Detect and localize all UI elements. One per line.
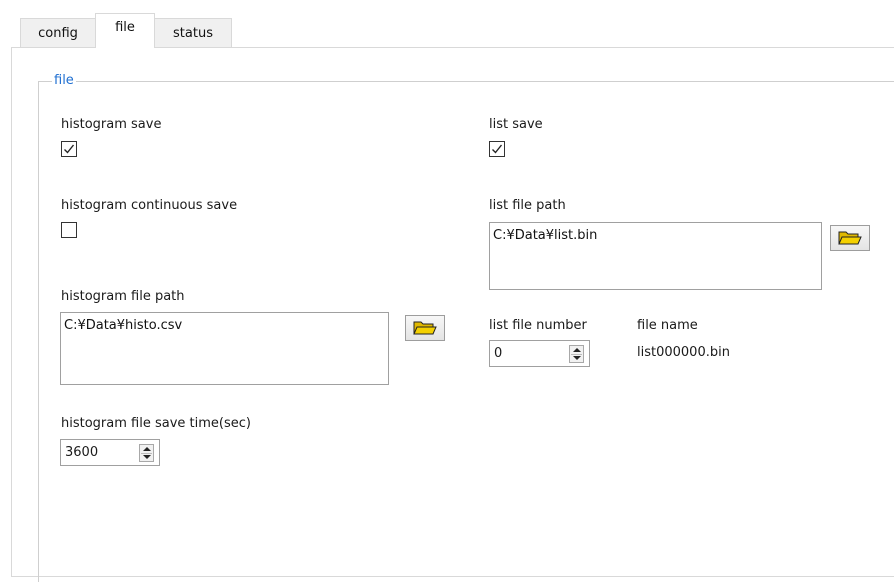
list-file-path-label: list file path [489, 198, 566, 213]
tab-status[interactable]: status [154, 18, 232, 48]
tab-status-label: status [173, 26, 213, 41]
groupbox-title: file [52, 73, 76, 88]
histogram-save-label: histogram save [61, 117, 162, 132]
tab-config[interactable]: config [20, 18, 96, 48]
tab-file[interactable]: file [95, 13, 155, 48]
file-name-value: list000000.bin [637, 345, 730, 360]
list-file-path-input[interactable]: C:¥Data¥list.bin [489, 222, 822, 290]
folder-open-icon [413, 321, 437, 335]
spin-arrows-icon[interactable] [139, 444, 154, 462]
histogram-save-checkbox[interactable] [61, 141, 77, 157]
histogram-continuous-save-checkbox[interactable] [61, 222, 77, 238]
folder-open-icon [838, 231, 862, 245]
list-save-label: list save [489, 117, 543, 132]
list-file-number-value: 0 [494, 346, 503, 361]
checkmark-icon [64, 144, 75, 154]
histogram-file-path-input[interactable]: C:¥Data¥histo.csv [60, 312, 389, 385]
spin-arrows-icon[interactable] [569, 345, 584, 363]
list-browse-button[interactable] [830, 225, 870, 251]
file-name-label: file name [637, 318, 698, 333]
histogram-browse-button[interactable] [405, 315, 445, 341]
list-save-checkbox[interactable] [489, 141, 505, 157]
histogram-save-time-label: histogram file save time(sec) [61, 416, 251, 431]
list-file-number-spinbox[interactable]: 0 [489, 340, 590, 367]
histogram-file-path-label: histogram file path [61, 289, 185, 304]
histogram-save-time-spinbox[interactable]: 3600 [60, 439, 160, 466]
histogram-save-time-value: 3600 [65, 445, 99, 460]
tab-config-label: config [38, 26, 78, 41]
histogram-continuous-save-label: histogram continuous save [61, 198, 238, 213]
checkmark-icon [492, 144, 503, 154]
list-file-number-label: list file number [489, 318, 587, 333]
tab-file-label: file [115, 20, 135, 35]
